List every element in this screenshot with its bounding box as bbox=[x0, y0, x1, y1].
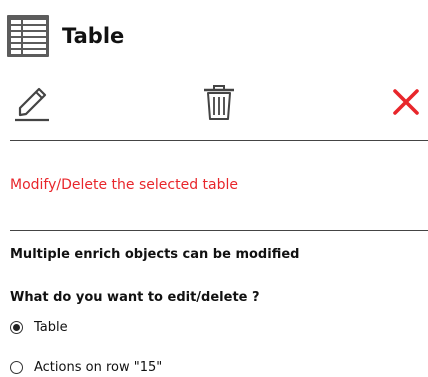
option-row-actions-label: Actions on row "15" bbox=[34, 359, 163, 375]
toolbar-divider bbox=[10, 140, 428, 141]
pencil-icon[interactable] bbox=[12, 82, 52, 122]
status-message: Modify/Delete the selected table bbox=[10, 177, 238, 193]
edit-question: What do you want to edit/delete ? bbox=[10, 290, 260, 305]
radio-row-actions[interactable] bbox=[10, 360, 23, 374]
option-table[interactable]: Table bbox=[10, 318, 68, 336]
table-icon bbox=[7, 15, 49, 57]
close-icon[interactable] bbox=[392, 88, 420, 116]
radio-table[interactable] bbox=[10, 320, 23, 334]
trash-icon[interactable] bbox=[201, 84, 237, 122]
page-title: Table bbox=[62, 23, 125, 48]
section-divider bbox=[10, 230, 428, 231]
option-table-label: Table bbox=[34, 319, 68, 335]
header: Table bbox=[6, 14, 124, 58]
multiple-objects-note: Multiple enrich objects can be modified bbox=[10, 247, 300, 262]
option-row-actions[interactable]: Actions on row "15" bbox=[10, 358, 162, 376]
